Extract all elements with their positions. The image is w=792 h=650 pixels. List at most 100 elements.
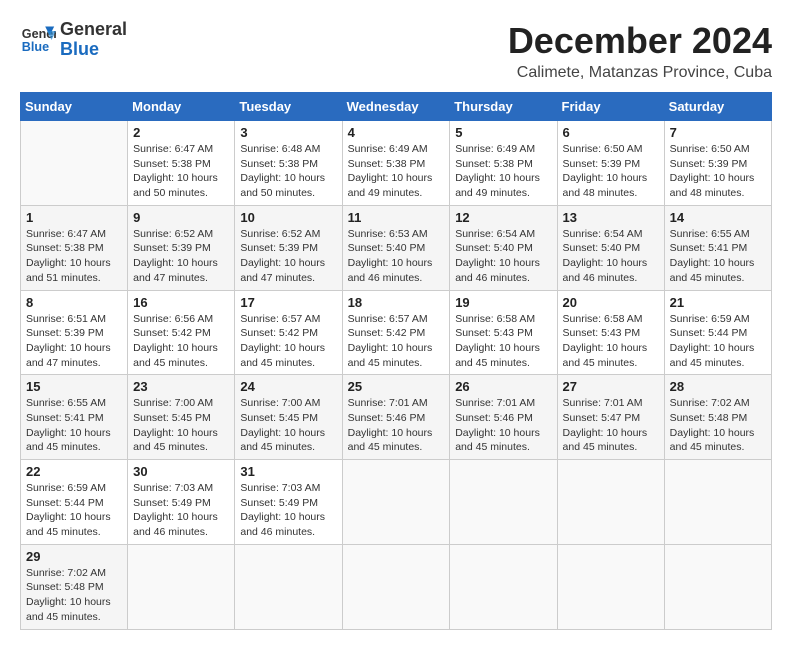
day-number: 7 — [670, 125, 766, 140]
daylight-label: Daylight: 10 hours — [563, 257, 648, 269]
table-row: 2 Sunrise: 6:47 AM Sunset: 5:38 PM Dayli… — [128, 121, 235, 206]
table-row: 6 Sunrise: 6:50 AM Sunset: 5:39 PM Dayli… — [557, 121, 664, 206]
sunrise-label: Sunrise: 6:58 AM — [455, 313, 535, 325]
daylight-label: Daylight: 10 hours — [26, 257, 111, 269]
day-info: Sunrise: 7:01 AM Sunset: 5:46 PM Dayligh… — [455, 396, 551, 455]
day-info: Sunrise: 7:01 AM Sunset: 5:47 PM Dayligh… — [563, 396, 659, 455]
sunrise-label: Sunrise: 6:59 AM — [670, 313, 750, 325]
table-row: 24 Sunrise: 7:00 AM Sunset: 5:45 PM Dayl… — [235, 375, 342, 460]
daylight-label: Daylight: 10 hours — [455, 257, 540, 269]
daylight-minutes: and 46 minutes. — [240, 526, 315, 538]
daylight-minutes: and 45 minutes. — [133, 357, 208, 369]
daylight-minutes: and 48 minutes. — [563, 187, 638, 199]
day-info: Sunrise: 6:55 AM Sunset: 5:41 PM Dayligh… — [670, 227, 766, 286]
day-number: 2 — [133, 125, 229, 140]
sunset-label: Sunset: 5:48 PM — [26, 581, 104, 593]
day-number: 8 — [26, 295, 122, 310]
col-friday: Friday — [557, 93, 664, 121]
sunset-label: Sunset: 5:45 PM — [133, 412, 211, 424]
sunset-label: Sunset: 5:38 PM — [348, 158, 426, 170]
daylight-minutes: and 49 minutes. — [348, 187, 423, 199]
day-number: 3 — [240, 125, 336, 140]
col-monday: Monday — [128, 93, 235, 121]
sunrise-label: Sunrise: 7:02 AM — [670, 397, 750, 409]
sunset-label: Sunset: 5:38 PM — [455, 158, 533, 170]
day-info: Sunrise: 7:00 AM Sunset: 5:45 PM Dayligh… — [240, 396, 336, 455]
daylight-minutes: and 50 minutes. — [133, 187, 208, 199]
daylight-label: Daylight: 10 hours — [240, 511, 325, 523]
daylight-minutes: and 45 minutes. — [26, 611, 101, 623]
daylight-minutes: and 51 minutes. — [26, 272, 101, 284]
daylight-minutes: and 47 minutes. — [240, 272, 315, 284]
sunrise-label: Sunrise: 7:03 AM — [133, 482, 213, 494]
day-info: Sunrise: 6:54 AM Sunset: 5:40 PM Dayligh… — [455, 227, 551, 286]
day-number: 9 — [133, 210, 229, 225]
sunrise-label: Sunrise: 6:50 AM — [670, 143, 750, 155]
calendar-week-row: 2 Sunrise: 6:47 AM Sunset: 5:38 PM Dayli… — [21, 121, 772, 206]
sunset-label: Sunset: 5:46 PM — [348, 412, 426, 424]
sunrise-label: Sunrise: 6:48 AM — [240, 143, 320, 155]
daylight-label: Daylight: 10 hours — [670, 427, 755, 439]
sunrise-label: Sunrise: 6:59 AM — [26, 482, 106, 494]
day-info: Sunrise: 6:47 AM Sunset: 5:38 PM Dayligh… — [133, 142, 229, 201]
day-number: 29 — [26, 549, 122, 564]
day-number: 12 — [455, 210, 551, 225]
table-row: 18 Sunrise: 6:57 AM Sunset: 5:42 PM Dayl… — [342, 290, 450, 375]
sunset-label: Sunset: 5:42 PM — [133, 327, 211, 339]
sunset-label: Sunset: 5:43 PM — [455, 327, 533, 339]
daylight-label: Daylight: 10 hours — [240, 427, 325, 439]
daylight-minutes: and 45 minutes. — [563, 357, 638, 369]
logo-general: General — [60, 19, 127, 39]
daylight-minutes: and 45 minutes. — [670, 441, 745, 453]
day-info: Sunrise: 6:57 AM Sunset: 5:42 PM Dayligh… — [240, 312, 336, 371]
sunrise-label: Sunrise: 7:03 AM — [240, 482, 320, 494]
day-number: 11 — [348, 210, 445, 225]
day-info: Sunrise: 7:02 AM Sunset: 5:48 PM Dayligh… — [670, 396, 766, 455]
day-info: Sunrise: 7:00 AM Sunset: 5:45 PM Dayligh… — [133, 396, 229, 455]
table-row: 4 Sunrise: 6:49 AM Sunset: 5:38 PM Dayli… — [342, 121, 450, 206]
sunset-label: Sunset: 5:45 PM — [240, 412, 318, 424]
day-number: 13 — [563, 210, 659, 225]
day-number: 25 — [348, 379, 445, 394]
day-number: 16 — [133, 295, 229, 310]
table-row — [450, 544, 557, 629]
daylight-minutes: and 48 minutes. — [670, 187, 745, 199]
sunrise-label: Sunrise: 6:52 AM — [240, 228, 320, 240]
table-row: 16 Sunrise: 6:56 AM Sunset: 5:42 PM Dayl… — [128, 290, 235, 375]
day-info: Sunrise: 7:02 AM Sunset: 5:48 PM Dayligh… — [26, 566, 122, 625]
table-row — [235, 544, 342, 629]
day-info: Sunrise: 6:50 AM Sunset: 5:39 PM Dayligh… — [563, 142, 659, 201]
sunset-label: Sunset: 5:40 PM — [348, 242, 426, 254]
calendar-week-row: 1 Sunrise: 6:47 AM Sunset: 5:38 PM Dayli… — [21, 205, 772, 290]
sunset-label: Sunset: 5:44 PM — [670, 327, 748, 339]
sunrise-label: Sunrise: 6:53 AM — [348, 228, 428, 240]
table-row: 1 Sunrise: 6:47 AM Sunset: 5:38 PM Dayli… — [21, 205, 128, 290]
daylight-minutes: and 45 minutes. — [133, 441, 208, 453]
daylight-minutes: and 45 minutes. — [670, 272, 745, 284]
table-row: 12 Sunrise: 6:54 AM Sunset: 5:40 PM Dayl… — [450, 205, 557, 290]
day-info: Sunrise: 7:03 AM Sunset: 5:49 PM Dayligh… — [240, 481, 336, 540]
day-number: 28 — [670, 379, 766, 394]
day-info: Sunrise: 7:01 AM Sunset: 5:46 PM Dayligh… — [348, 396, 445, 455]
table-row: 26 Sunrise: 7:01 AM Sunset: 5:46 PM Dayl… — [450, 375, 557, 460]
daylight-minutes: and 45 minutes. — [670, 357, 745, 369]
daylight-minutes: and 45 minutes. — [563, 441, 638, 453]
table-row: 9 Sunrise: 6:52 AM Sunset: 5:39 PM Dayli… — [128, 205, 235, 290]
sunset-label: Sunset: 5:48 PM — [670, 412, 748, 424]
sunset-label: Sunset: 5:40 PM — [563, 242, 641, 254]
col-thursday: Thursday — [450, 93, 557, 121]
sunrise-label: Sunrise: 6:52 AM — [133, 228, 213, 240]
daylight-minutes: and 45 minutes. — [348, 357, 423, 369]
title-block: December 2024 Calimete, Matanzas Provinc… — [508, 20, 772, 82]
sunset-label: Sunset: 5:39 PM — [133, 242, 211, 254]
sunset-label: Sunset: 5:42 PM — [348, 327, 426, 339]
table-row — [557, 544, 664, 629]
table-row: 23 Sunrise: 7:00 AM Sunset: 5:45 PM Dayl… — [128, 375, 235, 460]
sunrise-label: Sunrise: 6:57 AM — [240, 313, 320, 325]
table-row: 13 Sunrise: 6:54 AM Sunset: 5:40 PM Dayl… — [557, 205, 664, 290]
table-row — [664, 544, 771, 629]
day-number: 31 — [240, 464, 336, 479]
daylight-label: Daylight: 10 hours — [670, 342, 755, 354]
day-info: Sunrise: 6:49 AM Sunset: 5:38 PM Dayligh… — [348, 142, 445, 201]
sunset-label: Sunset: 5:47 PM — [563, 412, 641, 424]
